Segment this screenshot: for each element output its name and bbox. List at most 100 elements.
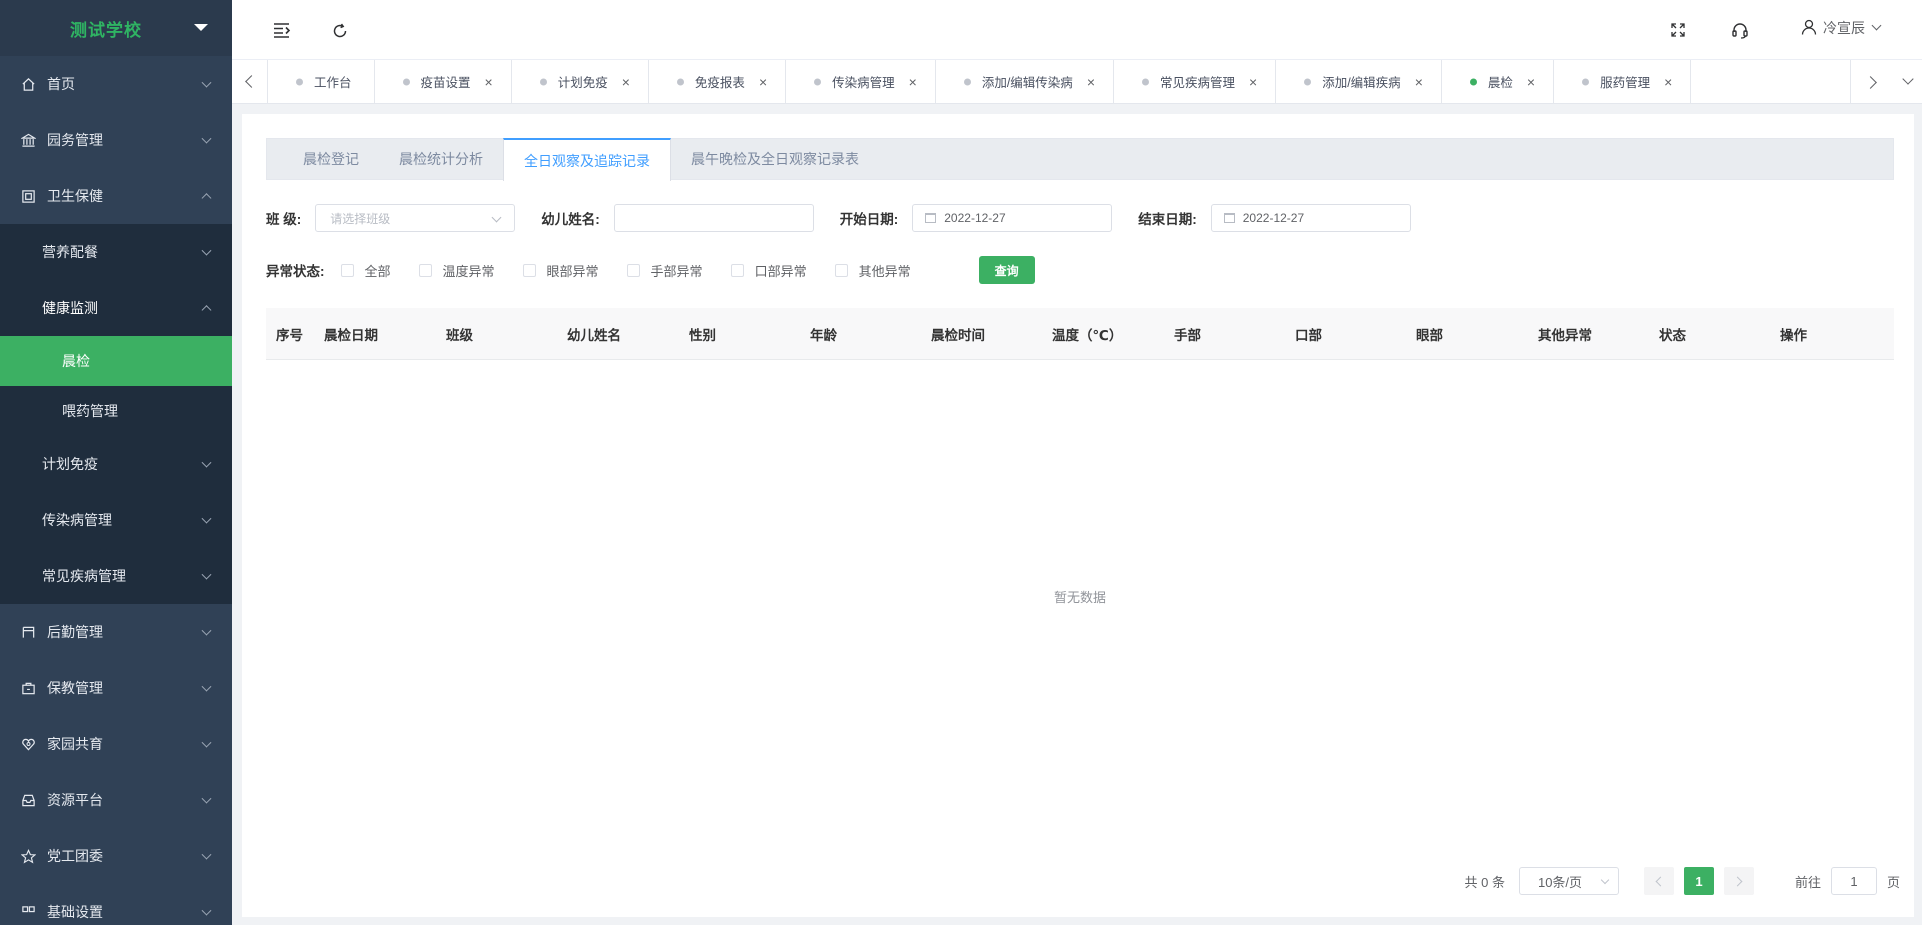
tab-morning-statistics[interactable]: 晨检统计分析 [379,139,503,179]
tab-all-day-observation[interactable]: 全日观察及追踪记录 [503,138,671,181]
chevron-down-icon [201,625,212,636]
prev-page-button[interactable] [1643,867,1674,895]
sidebar-item-morning-check[interactable]: 晨检 [0,336,232,386]
tag-immunization[interactable]: 计划免疫 × [512,60,649,103]
tags-dropdown-button[interactable] [1894,60,1922,104]
checkbox-other[interactable]: 其他异常 [834,261,911,280]
sidebar-item-label: 党工团委 [47,848,103,864]
class-label: 班 级: [266,212,302,227]
checkbox-box[interactable] [418,263,432,277]
sidebar-item-medication[interactable]: 喂药管理 [0,386,232,436]
refresh-icon[interactable] [328,19,352,43]
menu-toggle-icon[interactable] [270,18,294,42]
page-suffix: 页 [1886,874,1900,890]
tag-edit-infectious-disease[interactable]: 添加/编辑传染病 × [936,60,1114,103]
start-date-picker[interactable]: 2022-12-27 [912,204,1113,232]
checkbox-box[interactable] [730,263,744,277]
column-header: 性别 [689,327,716,343]
sidebar-item-common-disease[interactable]: 常见疾病管理 [0,548,232,604]
chevron-down-icon [201,77,212,88]
close-icon[interactable]: × [909,75,917,89]
sidebar-item-label: 园务管理 [47,132,103,148]
content-card: 晨检登记 晨检统计分析 全日观察及追踪记录 晨午晚检及全日观察记录表 班 级: … [242,114,1914,917]
sidebar-item-home-school[interactable]: 家园共育 [0,716,232,772]
close-icon[interactable]: × [1664,75,1672,89]
column-header: 操作 [1780,327,1807,343]
end-date-picker[interactable]: 2022-12-27 [1210,204,1411,232]
checkbox-box[interactable] [340,263,354,277]
close-icon[interactable]: × [1415,75,1423,89]
school-logo[interactable]: 测试学校 [0,0,232,56]
close-icon[interactable]: × [1087,75,1095,89]
page-size-select[interactable]: 10条/页 [1518,867,1619,895]
scroll-right-button[interactable] [1850,60,1894,104]
column-header: 其他异常 [1538,327,1592,343]
scroll-left-button[interactable] [232,60,268,103]
tag-dot [296,78,303,85]
checkbox-box[interactable] [834,263,848,277]
abnormal-status-row: 异常状态: 全部 温度异常 眼部异常 手部异常 口部异常 其他异常 查询 [266,256,1894,284]
close-icon[interactable]: × [622,75,630,89]
sidebar-item-label: 晨检 [62,353,90,369]
tag-morning-check[interactable]: 晨检 × [1442,60,1555,103]
sidebar-item-nutrition[interactable]: 营养配餐 [0,224,232,280]
tag-label: 晨检 [1487,76,1513,90]
tag-workbench[interactable]: 工作台 [268,60,375,103]
checkbox-label: 其他异常 [858,263,911,279]
checkbox-all[interactable]: 全部 [340,261,391,280]
sidebar-item-party[interactable]: 党工团委 [0,828,232,884]
tag-common-disease[interactable]: 常见疾病管理 × [1114,60,1277,103]
sidebar-item-immunization[interactable]: 计划免疫 [0,436,232,492]
sidebar-item-infectious-disease[interactable]: 传染病管理 [0,492,232,548]
sidebar-item-settings[interactable]: 基础设置 [0,884,232,925]
education-icon [20,680,36,696]
sidebar-item-resources[interactable]: 资源平台 [0,772,232,828]
query-button[interactable]: 查询 [978,256,1035,284]
close-icon[interactable]: × [1527,75,1535,89]
tag-medicine-management[interactable]: 服药管理 × [1554,60,1692,103]
end-date-value: 2022-12-27 [1242,211,1305,225]
tag-vaccine-settings[interactable]: 疫苗设置 × [375,60,512,103]
page-number-current[interactable]: 1 [1683,867,1714,895]
checkbox-eye[interactable]: 眼部异常 [522,261,599,280]
checkbox-mouth[interactable]: 口部异常 [730,261,807,280]
tag-edit-disease[interactable]: 添加/编辑疾病 × [1276,60,1442,103]
class-select[interactable]: 请选择班级 [315,204,516,232]
chevron-down-icon [1600,875,1610,885]
tab-observation-record-sheet[interactable]: 晨午晚检及全日观察记录表 [671,139,879,179]
checkbox-box[interactable] [522,263,536,277]
close-icon[interactable]: × [759,75,767,89]
sidebar-item-garden-affairs[interactable]: 园务管理 [0,112,232,168]
tag-dot-active [1469,78,1477,85]
next-page-button[interactable] [1723,867,1754,895]
sidebar-item-health-care[interactable]: 卫生保健 [0,168,232,224]
tag-label: 疫苗设置 [420,76,471,90]
user-menu[interactable]: 冷宣辰 [1801,18,1882,38]
column-header: 手部 [1174,327,1201,343]
school-name: 测试学校 [70,20,142,40]
tag-immunity-report[interactable]: 免疫报表 × [649,60,787,103]
checkbox-hand[interactable]: 手部异常 [626,261,703,280]
sidebar-item-logistics[interactable]: 后勤管理 [0,604,232,660]
column-header: 口部 [1295,327,1322,343]
checkbox-box[interactable] [626,263,640,277]
sidebar-item-home[interactable]: 首页 [0,56,232,112]
close-icon[interactable]: × [485,75,493,89]
child-name-input[interactable] [613,204,814,232]
sidebar-item-health-monitor[interactable]: 健康监测 [0,280,232,336]
caret-down-icon[interactable] [194,24,208,31]
tab-morning-registration[interactable]: 晨检登记 [267,139,379,179]
sidebar-item-label: 喂药管理 [62,403,118,419]
sidebar-item-education[interactable]: 保教管理 [0,660,232,716]
fullscreen-icon[interactable] [1666,18,1690,42]
sidebar-item-label: 卫生保健 [47,188,103,204]
headset-icon[interactable] [1728,18,1752,42]
sidebar-item-label: 资源平台 [47,792,103,808]
tag-infectious-disease[interactable]: 传染病管理 × [786,60,936,103]
goto-page-input[interactable]: 1 [1830,867,1877,895]
column-header: 班级 [446,327,473,343]
checkbox-temperature[interactable]: 温度异常 [418,261,495,280]
start-date-label: 开始日期: [839,212,899,227]
goto-page-value: 1 [1850,873,1858,889]
close-icon[interactable]: × [1249,75,1257,89]
